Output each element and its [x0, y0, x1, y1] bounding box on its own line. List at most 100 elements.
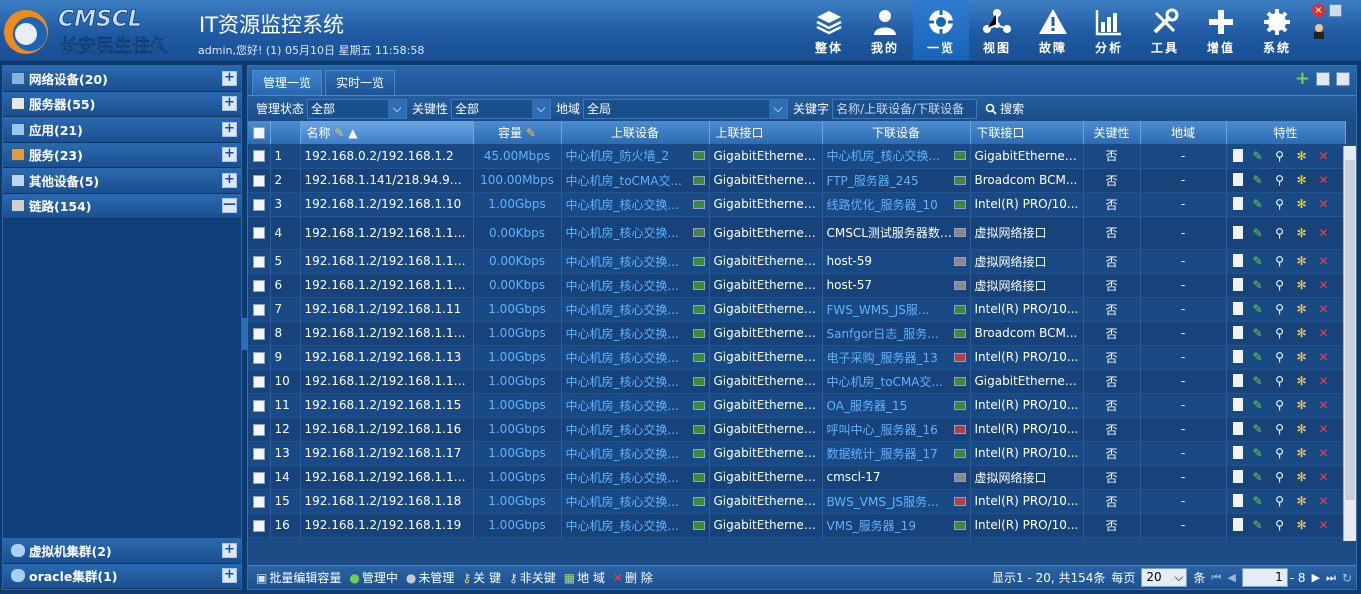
footer-key-button[interactable]: ⚷ 关 键	[462, 569, 501, 586]
up-device-cell[interactable]: 中心机房_核心交换...	[561, 465, 710, 490]
key-icon[interactable]: ⚲	[1273, 518, 1287, 532]
manage-icon[interactable]: ✎	[1251, 374, 1265, 388]
down-device-column-header[interactable]: 下联设备	[822, 121, 971, 144]
settings-icon[interactable]: ✻	[1295, 326, 1309, 340]
details-icon[interactable]	[1232, 494, 1243, 507]
first-page-icon[interactable]: ⏮	[1211, 571, 1221, 585]
down-device-cell[interactable]: 中心机房_toCMA交...	[822, 369, 971, 394]
per-page-select[interactable]: 20 ⌵	[1141, 568, 1188, 587]
settings-icon[interactable]: ✻	[1295, 149, 1309, 163]
down-device-link[interactable]: 电子采购_服务器_13	[827, 349, 938, 366]
table-row[interactable]: 10 192.168.1.2/192.168.1.141 1.00Gbps 中心机房_…	[248, 369, 1346, 394]
up-device-cell[interactable]: 中心机房_核心交换...	[561, 249, 710, 274]
down-device-cell[interactable]: 中心机房_核心交换...	[822, 144, 971, 169]
row-checkbox[interactable]	[252, 399, 265, 412]
down-device-link[interactable]: OA_服务器_15	[827, 397, 908, 414]
up-device-link[interactable]: 中心机房_核心交换...	[566, 277, 679, 294]
details-icon[interactable]	[1232, 302, 1243, 315]
up-device-cell[interactable]: 中心机房_防火墙_2	[561, 144, 710, 169]
delete-icon[interactable]: ✕	[1317, 302, 1331, 316]
row-checkbox[interactable]	[252, 303, 265, 316]
link-name[interactable]: 192.168.1.2/192.168.1.141	[300, 369, 474, 394]
up-device-link[interactable]: 中心机房_核心交换...	[566, 301, 679, 318]
settings-icon[interactable]: ✻	[1295, 470, 1309, 484]
down-device-link[interactable]: 线路优化_服务器_10	[827, 196, 938, 213]
key-icon[interactable]: ⚲	[1273, 422, 1287, 436]
link-name[interactable]: 192.168.1.2/192.168.1.16	[300, 417, 474, 442]
down-device-cell[interactable]: VMS_服务器_19	[822, 513, 971, 538]
expand-icon[interactable]: +	[222, 70, 237, 86]
row-checkbox-cell[interactable]	[248, 465, 271, 490]
sidebar-item-oracle-cluster[interactable]: oracle集群(1) +	[3, 563, 241, 589]
row-checkbox[interactable]	[252, 255, 265, 268]
delete-icon[interactable]: ✕	[1317, 446, 1331, 460]
add-icon[interactable]: +	[1295, 70, 1310, 88]
key-icon[interactable]: ⚲	[1273, 173, 1287, 187]
key-icon[interactable]: ⚲	[1273, 197, 1287, 211]
down-device-link[interactable]: cmscl-17	[827, 470, 881, 484]
up-device-cell[interactable]: 中心机房_核心交换...	[561, 537, 710, 541]
footer-unmanaged-button[interactable]: ● 未管理	[406, 569, 455, 586]
link-name[interactable]: 192.168.1.2/192.168.1.20	[300, 537, 474, 541]
region-filter-select[interactable]: 全局 ⌵	[583, 98, 789, 119]
table-row[interactable]: 17192.168.1.2/192.168.1.201.00Gbps 中心机房_核…	[248, 537, 1346, 542]
row-checkbox[interactable]	[252, 279, 265, 292]
row-checkbox-cell[interactable]	[248, 537, 271, 541]
expand-icon[interactable]: +	[222, 172, 237, 188]
delete-icon[interactable]: ✕	[1317, 278, 1331, 292]
details-icon[interactable]	[1232, 254, 1243, 267]
table-row[interactable]: 15 192.168.1.2/192.168.1.18 1.00Gbps 中心机房_核…	[248, 489, 1346, 514]
row-checkbox-cell[interactable]	[248, 393, 271, 418]
row-checkbox[interactable]	[252, 327, 265, 340]
key-icon[interactable]: ⚲	[1273, 470, 1287, 484]
status-filter-select[interactable]: 全部 ⌵	[307, 98, 408, 119]
details-icon[interactable]	[1232, 398, 1243, 411]
settings-icon[interactable]: ✻	[1295, 254, 1309, 268]
settings-icon[interactable]: ✻	[1295, 350, 1309, 364]
sidebar-item-link[interactable]: 链路(154) —	[3, 193, 241, 219]
link-name[interactable]: 192.168.1.2/192.168.1.10	[300, 192, 474, 217]
up-device-link[interactable]: 中心机房_核心交换...	[566, 421, 679, 438]
down-device-cell[interactable]: 电子采购_服务器_13	[822, 345, 971, 370]
link-name[interactable]: 192.168.1.2/192.168.1.17	[300, 441, 474, 466]
link-name[interactable]: 192.168.1.2/192.168.1.121	[300, 321, 474, 346]
manage-icon[interactable]: ✎	[1251, 173, 1265, 187]
nav-item-bar-chart[interactable]: 分析	[1081, 0, 1137, 60]
down-device-cell[interactable]: Sanfgor日志_服务...	[822, 321, 971, 346]
down-device-cell[interactable]: BWS_VMS_JS服务...	[822, 489, 971, 514]
up-device-cell[interactable]: 中心机房_核心交换...	[561, 369, 710, 394]
down-device-link[interactable]: Sanfgor日志_服务...	[827, 325, 939, 342]
table-row[interactable]: 13 192.168.1.2/192.168.1.17 1.00Gbps 中心机房_核…	[248, 441, 1346, 466]
link-name[interactable]: 192.168.1.2/192.168.1.101	[300, 249, 474, 274]
delete-icon[interactable]: ✕	[1317, 326, 1331, 340]
up-device-cell[interactable]: 中心机房_核心交换...	[561, 321, 710, 346]
link-name[interactable]: 192.168.1.2/192.168.1.13	[300, 345, 474, 370]
manage-icon[interactable]: ✎	[1251, 470, 1265, 484]
expand-icon[interactable]: +	[222, 542, 237, 558]
down-device-link[interactable]: 应用_服务器_20	[827, 541, 914, 542]
sidebar-item-service[interactable]: 服务(23) +	[3, 142, 241, 168]
expand-icon[interactable]: +	[222, 121, 237, 137]
scrollbar-thumb[interactable]	[1345, 160, 1355, 500]
last-page-icon[interactable]: ⏭	[1326, 571, 1336, 585]
table-row[interactable]: 16 192.168.1.2/192.168.1.19 1.00Gbps 中心机房_核…	[248, 513, 1346, 538]
row-checkbox[interactable]	[252, 423, 265, 436]
details-icon[interactable]	[1232, 148, 1243, 162]
row-checkbox[interactable]	[252, 495, 265, 508]
details-icon[interactable]	[1232, 446, 1243, 459]
down-device-link[interactable]: 数据统计_服务器_17	[827, 445, 938, 462]
row-checkbox-cell[interactable]	[248, 216, 271, 250]
delete-icon[interactable]: ✕	[1317, 173, 1331, 187]
down-device-cell[interactable]: 数据统计_服务器_17	[822, 441, 971, 466]
sidebar-item-network-device[interactable]: 网络设备(20) +	[3, 66, 241, 92]
delete-icon[interactable]: ✕	[1317, 350, 1331, 364]
details-icon[interactable]	[1232, 422, 1243, 435]
footer-delete-button[interactable]: ✕ 删 除	[613, 569, 653, 586]
details-icon[interactable]	[1232, 197, 1243, 210]
key-icon[interactable]: ⚲	[1273, 149, 1287, 163]
select-all-checkbox[interactable]	[252, 127, 265, 139]
footer-managed-button[interactable]: ● 管理中	[349, 569, 398, 586]
up-device-link[interactable]: 中心机房_核心交换...	[566, 445, 679, 462]
nav-item-lifebuoy[interactable]: 一览	[913, 0, 969, 60]
delete-icon[interactable]: ✕	[1317, 149, 1331, 163]
